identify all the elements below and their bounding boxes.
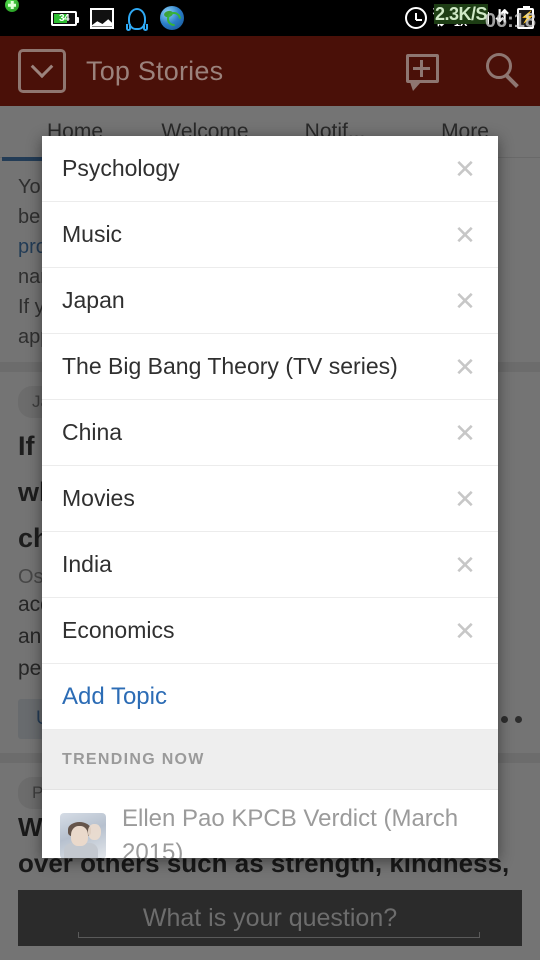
close-x-icon[interactable]: ✕ (450, 618, 480, 644)
topic-row[interactable]: The Big Bang Theory (TV series) ✕ (42, 334, 498, 400)
topic-label: Movies (62, 485, 135, 511)
close-x-icon[interactable]: ✕ (450, 156, 480, 182)
input-underline (78, 932, 480, 938)
qq-penguin-icon (126, 6, 148, 31)
topic-label: Psychology (62, 155, 180, 181)
topic-label: Music (62, 221, 123, 247)
clock-shadow: 06:18 (484, 10, 536, 32)
topic-label: India (62, 551, 112, 577)
battery-percent-label: 34 (58, 12, 70, 24)
topics-dialog: Psychology ✕ Music ✕ Japan ✕ The Big Ban… (42, 136, 498, 858)
add-topic-button[interactable]: Add Topic (42, 664, 498, 730)
app-bar-actions (406, 53, 522, 91)
question-input-placeholder[interactable]: What is your question? (143, 904, 397, 933)
status-bar-left-icons: 34 (0, 1, 184, 31)
close-x-icon[interactable]: ✕ (450, 420, 480, 446)
search-icon[interactable] (486, 53, 522, 89)
status-bar: 34 3G ⇅ 3G 1X ⇵ 2.3K/S 06:18 (0, 0, 540, 36)
gallery-icon (90, 7, 114, 29)
feed-selector-dropdown-button[interactable] (18, 49, 66, 93)
chevron-down-icon (30, 55, 54, 79)
app-bar: Top Stories (0, 36, 540, 106)
battery-34-icon: 34 (51, 10, 79, 26)
list-item[interactable]: Ellen Pao KPCB Verdict (March 2015) (42, 790, 498, 858)
topic-label: The Big Bang Theory (TV series) (62, 353, 398, 379)
close-x-icon[interactable]: ✕ (450, 288, 480, 314)
globe-sync-icon (160, 6, 184, 30)
close-x-icon[interactable]: ✕ (450, 486, 480, 512)
person-photo-thumbnail (60, 813, 106, 858)
close-x-icon[interactable]: ✕ (450, 222, 480, 248)
trending-section-header: TRENDING NOW (42, 730, 498, 790)
close-x-icon[interactable]: ✕ (450, 354, 480, 380)
close-x-icon[interactable]: ✕ (450, 552, 480, 578)
topic-row[interactable]: China ✕ (42, 400, 498, 466)
topic-label: China (62, 419, 123, 445)
topic-row[interactable]: India ✕ (42, 532, 498, 598)
page-title: Top Stories (86, 55, 224, 86)
topic-row[interactable]: Movies ✕ (42, 466, 498, 532)
topic-row[interactable]: Economics ✕ (42, 598, 498, 664)
plus-circle-icon (10, 1, 38, 31)
topic-row[interactable]: Psychology ✕ (42, 136, 498, 202)
topic-row[interactable]: Music ✕ (42, 202, 498, 268)
question-compose-bar[interactable]: What is your question? (18, 890, 522, 946)
alarm-clock-icon (404, 7, 427, 29)
add-topic-label: Add Topic (62, 682, 167, 710)
topic-label: Economics (62, 617, 175, 643)
topic-row[interactable]: Japan ✕ (42, 268, 498, 334)
trending-item-title: Ellen Pao KPCB Verdict (March 2015) (122, 805, 459, 858)
network-speed-label: 2.3K/S (433, 4, 488, 24)
add-post-icon[interactable] (406, 54, 442, 91)
topic-label: Japan (62, 287, 125, 313)
